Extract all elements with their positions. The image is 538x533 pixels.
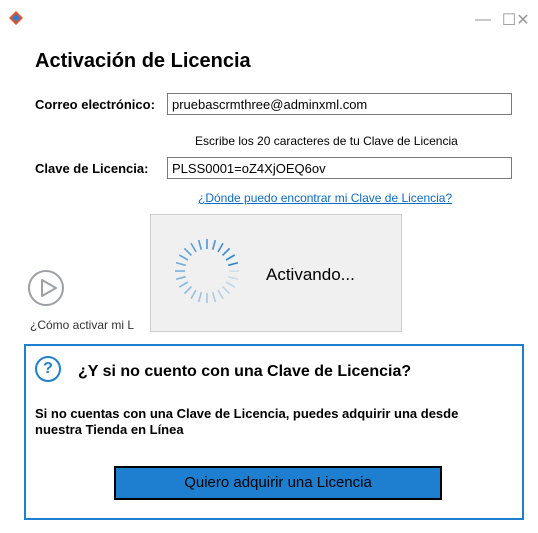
spinner-tick bbox=[178, 254, 189, 261]
no-license-title: ¿Y si no cuento con una Clave de Licenci… bbox=[78, 363, 412, 380]
spinner-tick bbox=[228, 275, 239, 281]
spinner-tick bbox=[221, 247, 231, 257]
find-license-link[interactable]: ¿Dónde puedo encontrar mi Clave de Licen… bbox=[198, 191, 452, 205]
spinner-tick bbox=[221, 285, 231, 295]
spinner-tick bbox=[197, 239, 203, 250]
play-triangle-icon bbox=[41, 279, 57, 297]
spinner-tick bbox=[217, 289, 224, 300]
license-label: Clave de Licencia: bbox=[35, 161, 149, 176]
email-label: Correo electrónico: bbox=[35, 97, 155, 112]
license-hint: Escribe los 20 caracteres de tu Clave de… bbox=[195, 134, 458, 148]
spinner-tick bbox=[178, 281, 189, 288]
buy-license-button[interactable]: Quiero adquirir una Licencia bbox=[114, 466, 442, 500]
no-license-description: Si no cuentas con una Clave de Licencia,… bbox=[35, 406, 459, 437]
spinner-tick bbox=[225, 254, 236, 261]
title-bar: — ☐ ✕ bbox=[0, 0, 538, 38]
spinner-tick bbox=[211, 239, 217, 250]
email-field[interactable] bbox=[167, 93, 512, 115]
spinner-tick bbox=[190, 289, 197, 300]
spinner-tick bbox=[175, 275, 186, 281]
close-button[interactable]: ✕ bbox=[508, 8, 538, 32]
spinner-tick bbox=[217, 242, 224, 253]
spinner-tick bbox=[190, 242, 197, 253]
page-title: Activación de Licencia bbox=[35, 50, 251, 72]
app-logo-icon bbox=[9, 11, 23, 25]
spinner-tick bbox=[225, 281, 236, 288]
spinner-icon bbox=[175, 239, 239, 303]
spinner-tick bbox=[211, 292, 217, 303]
spinner-tick bbox=[183, 285, 193, 295]
spinner-tick bbox=[197, 292, 203, 303]
license-key-field[interactable] bbox=[167, 157, 512, 179]
spinner-tick bbox=[175, 261, 186, 267]
spinner-tick bbox=[228, 261, 239, 267]
how-to-activate-link[interactable]: ¿Cómo activar mi L bbox=[30, 318, 134, 332]
question-circle-icon: ? bbox=[35, 356, 61, 382]
spinner-tick bbox=[183, 247, 193, 257]
activating-label: Activando... bbox=[266, 265, 355, 284]
